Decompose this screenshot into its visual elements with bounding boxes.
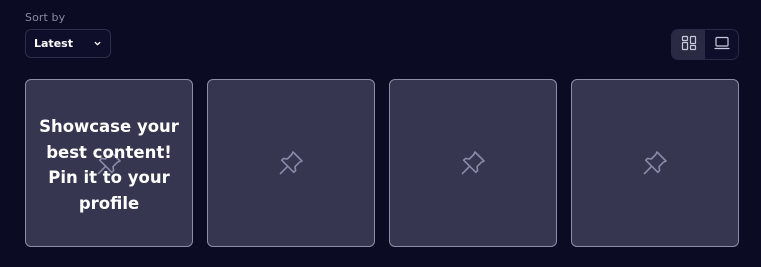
view-toggle bbox=[671, 29, 739, 60]
pin-prompt-line: profile bbox=[78, 193, 140, 213]
pin-tile[interactable]: Showcase your best content! Pin it to yo… bbox=[25, 79, 193, 247]
sort-selected-value: Latest bbox=[34, 37, 73, 50]
pin-tiles: Showcase your best content! Pin it to yo… bbox=[25, 79, 739, 247]
sort-by-label: Sort by bbox=[25, 11, 66, 24]
sort-select[interactable]: Latest bbox=[25, 29, 111, 58]
pin-icon bbox=[276, 148, 306, 178]
pin-tile[interactable] bbox=[571, 79, 739, 247]
monitor-icon bbox=[713, 35, 730, 55]
pin-prompt-line: Pin it to your bbox=[48, 168, 170, 187]
pin-icon bbox=[640, 148, 670, 178]
pin-prompt-line: Showcase your bbox=[39, 117, 179, 136]
grid-view-button[interactable] bbox=[672, 30, 705, 59]
pin-prompt-line: best content! bbox=[46, 142, 172, 162]
pin-icon bbox=[458, 148, 488, 178]
grid-layout-icon bbox=[681, 35, 697, 55]
chevron-down-icon bbox=[92, 39, 102, 49]
list-view-button[interactable] bbox=[705, 30, 738, 59]
pinned-content-section: Sort by Latest Showcase your best conten… bbox=[0, 0, 761, 267]
pin-tile[interactable] bbox=[389, 79, 557, 247]
pin-tile[interactable] bbox=[207, 79, 375, 247]
pin-prompt-text: Showcase your best content! Pin it to yo… bbox=[26, 114, 192, 216]
